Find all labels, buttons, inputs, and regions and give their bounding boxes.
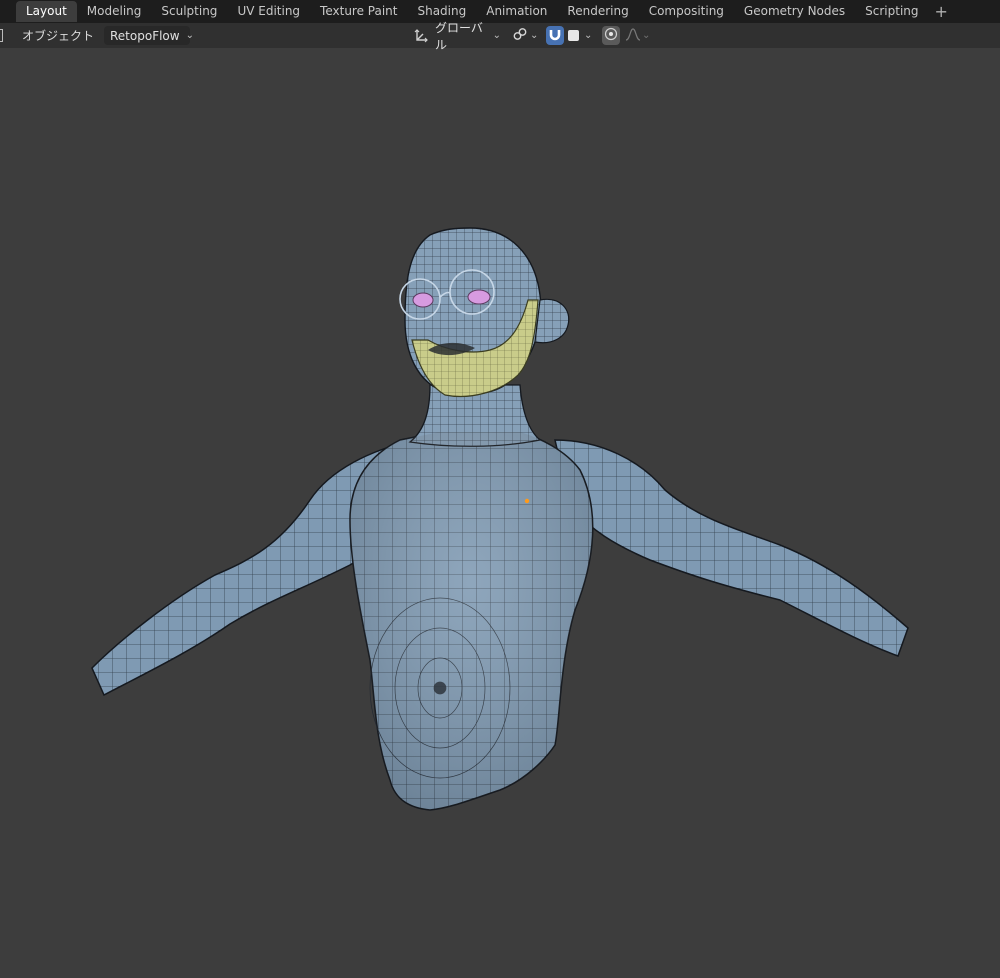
workspace-tab-bar: Layout Modeling Sculpting UV Editing Tex… (0, 0, 1000, 23)
proportional-edit-button[interactable] (602, 26, 620, 45)
chevron-down-icon: ⌄ (584, 30, 593, 41)
editor-type-icon[interactable] (0, 26, 6, 45)
magnet-icon (548, 27, 562, 44)
tab-layout[interactable]: Layout (16, 1, 77, 22)
snap-toggle-button[interactable] (546, 26, 564, 45)
snap-element-dropdown[interactable]: ⌄ (566, 26, 600, 45)
retopoflow-label: RetopoFlow (110, 28, 180, 43)
tab-sculpting[interactable]: Sculpting (151, 1, 227, 22)
mesh-ear (534, 298, 570, 344)
pivot-point-dropdown[interactable]: ⌄ (510, 26, 542, 45)
tab-compositing[interactable]: Compositing (639, 1, 734, 22)
transform-axes-icon (413, 28, 429, 44)
3d-viewport[interactable] (0, 48, 1000, 978)
tab-modeling[interactable]: Modeling (77, 1, 152, 22)
proportional-edit-icon (604, 27, 618, 44)
snap-increment-icon (568, 30, 579, 41)
mesh-right-arm (554, 439, 909, 657)
tab-scripting[interactable]: Scripting (855, 1, 928, 22)
transform-orientation-dropdown[interactable]: グローバル ⌄ (409, 21, 505, 52)
chevron-down-icon: ⌄ (492, 30, 501, 41)
mesh-eye-right (467, 289, 491, 305)
link-pivot-icon (512, 26, 528, 45)
retopoflow-dropdown[interactable]: RetopoFlow ⌄ (104, 26, 194, 45)
selected-vertex[interactable] (524, 498, 530, 504)
mesh-shading (350, 432, 593, 810)
falloff-dropdown[interactable]: ⌄ (625, 26, 653, 45)
tab-texture-paint[interactable]: Texture Paint (310, 1, 407, 22)
mesh-eye-left (412, 292, 434, 308)
mesh-render (91, 227, 909, 811)
tab-rendering[interactable]: Rendering (557, 1, 638, 22)
chevron-down-icon: ⌄ (530, 30, 539, 41)
tab-animation[interactable]: Animation (476, 1, 557, 22)
falloff-curve-icon (625, 27, 641, 44)
object-mode-label[interactable]: オブジェクト (22, 26, 94, 45)
tab-geometry-nodes[interactable]: Geometry Nodes (734, 1, 855, 22)
chevron-down-icon: ⌄ (185, 30, 194, 41)
chevron-down-icon: ⌄ (642, 30, 651, 41)
tab-uv-editing[interactable]: UV Editing (227, 1, 310, 22)
viewport-header: オブジェクト RetopoFlow ⌄ グローバル ⌄ ⌄ ⌄ ⌄ (0, 21, 1000, 52)
add-workspace-button[interactable]: + (929, 1, 954, 22)
